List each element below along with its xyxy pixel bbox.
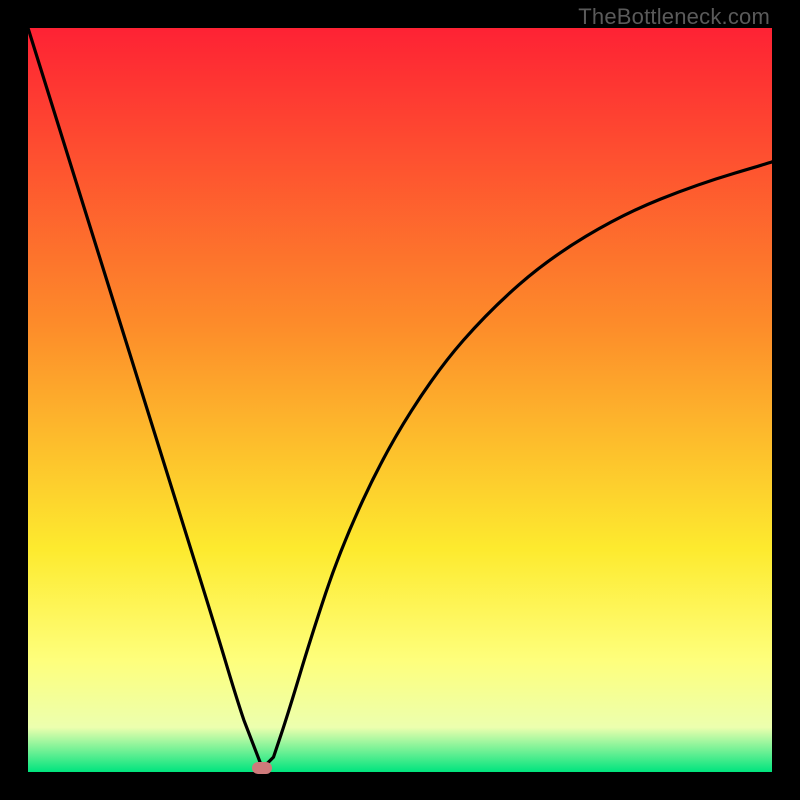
- watermark-text: TheBottleneck.com: [578, 4, 770, 30]
- gradient-bg: [28, 28, 772, 772]
- bottleneck-chart: [28, 28, 772, 772]
- chart-frame: [28, 28, 772, 772]
- optimum-marker: [252, 762, 272, 774]
